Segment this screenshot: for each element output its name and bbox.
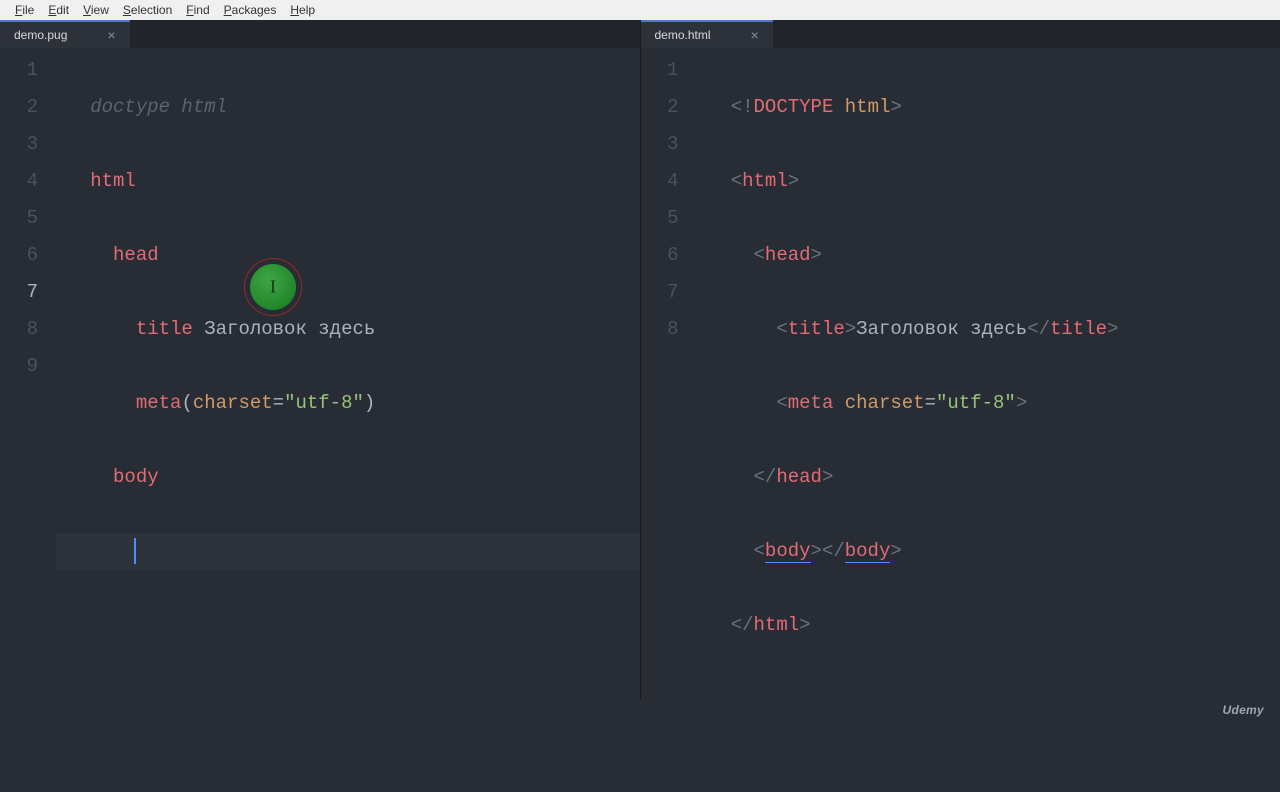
code-token: </ <box>822 540 845 562</box>
code-token: meta <box>136 392 182 414</box>
tab-title: demo.html <box>655 28 711 42</box>
code-token: </ <box>1027 318 1050 340</box>
code-token: > <box>811 244 822 266</box>
brand-label: Udemy <box>1222 703 1264 717</box>
code-token: title <box>788 318 845 340</box>
code-token: "utf-8" <box>284 392 364 414</box>
tab-title: demo.pug <box>14 28 67 42</box>
line-number: 5 <box>641 200 697 237</box>
code-token: < <box>754 540 765 562</box>
line-number: 5 <box>0 200 56 237</box>
code-token: < <box>754 244 765 266</box>
code-token: head <box>113 244 159 266</box>
code-token: Заголовок здесь <box>193 318 375 340</box>
tab-demo-pug[interactable]: demo.pug × <box>0 20 130 48</box>
code-token: > <box>788 170 799 192</box>
menu-view[interactable]: View <box>76 3 116 17</box>
code-token: ) <box>364 392 375 414</box>
footer-bar: Udemy <box>0 700 1280 720</box>
code-token: meta <box>788 392 834 414</box>
editor-pane-left[interactable]: 1 2 3 4 5 6 7 8 9 doctype html html head… <box>0 48 641 700</box>
code-token: > <box>822 466 833 488</box>
code-token: body <box>113 466 159 488</box>
code-token: title <box>136 318 193 340</box>
line-number: 3 <box>0 126 56 163</box>
line-number: 6 <box>641 237 697 274</box>
code-token: > <box>890 540 901 562</box>
code-token: < <box>776 318 787 340</box>
code-token: html <box>90 170 136 192</box>
code-token: <! <box>731 96 754 118</box>
line-number: 1 <box>0 52 56 89</box>
code-token: > <box>890 96 901 118</box>
code-area-left[interactable]: doctype html html head title Заголовок з… <box>56 48 640 700</box>
line-number: 4 <box>0 163 56 200</box>
code-token: html <box>754 614 800 636</box>
line-number: 2 <box>641 89 697 126</box>
editor-pane-right[interactable]: 1 2 3 4 5 6 7 8 <!DOCTYPE html> <html> <… <box>641 48 1280 700</box>
tab-bar-left: demo.pug × <box>0 20 641 48</box>
menu-packages[interactable]: Packages <box>217 3 284 17</box>
close-icon[interactable]: × <box>751 28 759 42</box>
code-token: < <box>776 392 787 414</box>
tab-bar-row: demo.pug × demo.html × <box>0 20 1280 48</box>
code-token: Заголовок здесь <box>856 318 1027 340</box>
code-token: > <box>1107 318 1118 340</box>
code-token: head <box>765 244 811 266</box>
line-number: 7 <box>641 274 697 311</box>
code-token: > <box>845 318 856 340</box>
code-token: > <box>799 614 810 636</box>
code-token: = <box>273 392 284 414</box>
code-token <box>833 392 844 414</box>
text-cursor <box>134 538 136 564</box>
line-number: 1 <box>641 52 697 89</box>
line-number: 9 <box>0 348 56 385</box>
code-token: html <box>742 170 788 192</box>
line-number: 8 <box>641 311 697 348</box>
code-token: doctype html <box>90 96 227 118</box>
code-token: < <box>731 170 742 192</box>
code-token: > <box>811 540 822 562</box>
code-area-right[interactable]: <!DOCTYPE html> <html> <head> <title>Заг… <box>697 48 1280 700</box>
close-icon[interactable]: × <box>107 28 115 42</box>
code-token: ( <box>181 392 192 414</box>
line-number: 3 <box>641 126 697 163</box>
code-token: charset <box>193 392 273 414</box>
menu-edit[interactable]: Edit <box>41 3 76 17</box>
code-token: body <box>765 540 811 563</box>
tab-demo-html[interactable]: demo.html × <box>641 20 773 48</box>
code-token: > <box>1016 392 1027 414</box>
gutter-left: 1 2 3 4 5 6 7 8 9 <box>0 48 56 700</box>
tab-bar-right: demo.html × <box>641 20 1280 48</box>
gutter-right: 1 2 3 4 5 6 7 8 <box>641 48 697 700</box>
line-number: 4 <box>641 163 697 200</box>
code-token: body <box>845 540 891 563</box>
menu-find[interactable]: Find <box>179 3 216 17</box>
code-token: = <box>925 392 936 414</box>
menu-selection[interactable]: Selection <box>116 3 179 17</box>
code-token: </ <box>754 466 777 488</box>
code-token: head <box>776 466 822 488</box>
code-token: title <box>1050 318 1107 340</box>
line-number: 8 <box>0 311 56 348</box>
menu-bar: File Edit View Selection Find Packages H… <box>0 0 1280 20</box>
code-token: charset <box>845 392 925 414</box>
line-number: 7 <box>0 274 56 311</box>
code-token: "utf-8" <box>936 392 1016 414</box>
menu-help[interactable]: Help <box>283 3 322 17</box>
code-token: DOCTYPE <box>754 96 834 118</box>
line-number: 6 <box>0 237 56 274</box>
menu-file[interactable]: File <box>8 3 41 17</box>
code-token <box>833 96 844 118</box>
code-token: </ <box>731 614 754 636</box>
line-number: 2 <box>0 89 56 126</box>
code-token: html <box>845 96 891 118</box>
editor-split: 1 2 3 4 5 6 7 8 9 doctype html html head… <box>0 48 1280 700</box>
